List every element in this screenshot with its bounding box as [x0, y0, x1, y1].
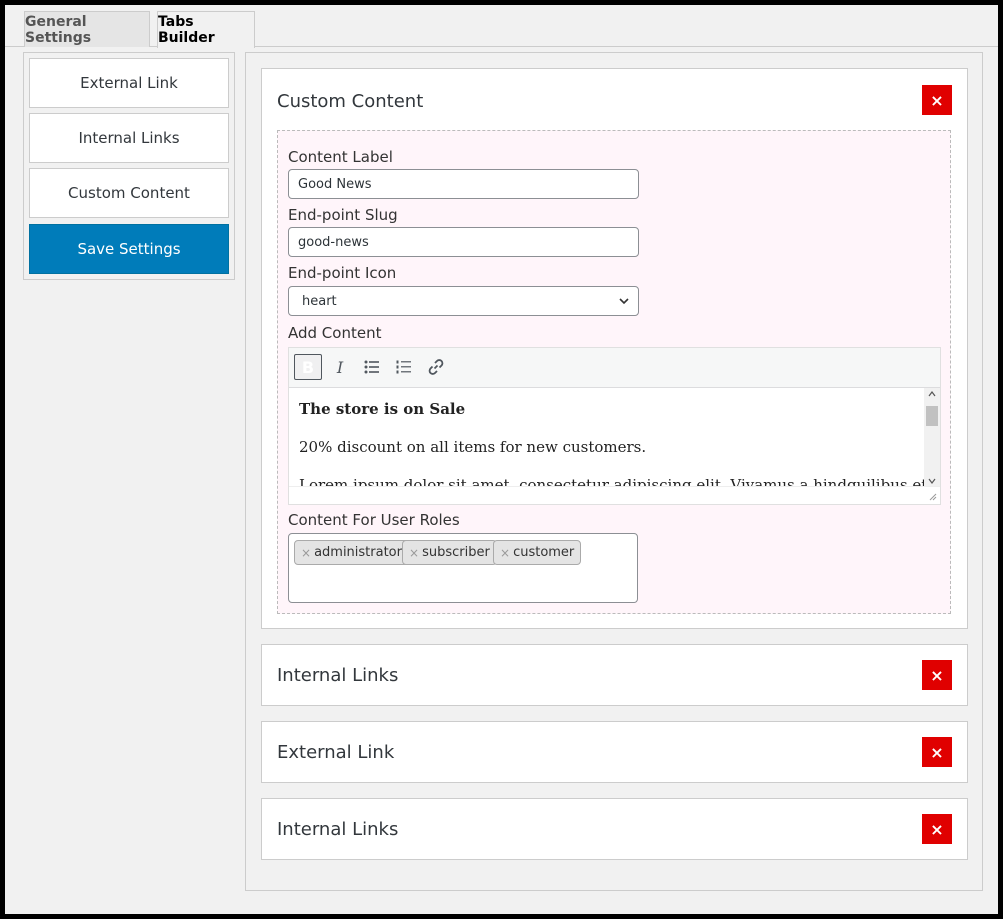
tabs-builder-area: Custom Content × Content Label Good News…: [245, 52, 983, 891]
add-internal-links-button[interactable]: Internal Links: [29, 113, 229, 163]
panel-title[interactable]: Internal Links: [277, 819, 398, 840]
remove-panel-button[interactable]: ×: [922, 660, 952, 690]
endpoint-icon-select[interactable]: heart: [288, 286, 639, 316]
role-chip-label: customer: [513, 545, 575, 560]
tab-bar: General Settings Tabs Builder: [5, 5, 998, 48]
internal-links-panel: Internal Links ×: [261, 644, 968, 706]
custom-content-form: Content Label Good News End-point Slug g…: [277, 130, 951, 614]
remove-panel-button[interactable]: ×: [922, 85, 952, 115]
user-roles-label: Content For User Roles: [288, 511, 460, 529]
content-editor[interactable]: B I The store is on Sale 20% discount on…: [288, 347, 941, 505]
endpoint-slug-label: End-point Slug: [288, 206, 398, 224]
sidebar: External Link Internal Links Custom Cont…: [23, 52, 235, 280]
content-paragraph: 20% discount on all items for new custom…: [299, 438, 647, 456]
user-roles-select[interactable]: × administrator × subscriber × customer: [288, 533, 638, 603]
content-heading: The store is on Sale: [299, 400, 466, 418]
panel-title[interactable]: External Link: [277, 742, 394, 763]
italic-button[interactable]: I: [326, 354, 354, 380]
resize-handle-icon[interactable]: [928, 492, 937, 501]
content-label-input[interactable]: Good News: [288, 169, 639, 199]
external-link-panel: External Link ×: [261, 721, 968, 783]
chevron-down-icon: [619, 298, 629, 305]
link-icon[interactable]: [422, 354, 450, 380]
editor-resize-bar: [289, 486, 940, 504]
bold-button[interactable]: B: [294, 354, 322, 380]
role-chip-subscriber[interactable]: × subscriber: [402, 540, 497, 565]
role-chip-administrator[interactable]: × administrator: [294, 540, 409, 565]
remove-panel-button[interactable]: ×: [922, 737, 952, 767]
editor-content[interactable]: The store is on Sale 20% discount on all…: [289, 388, 940, 488]
scroll-down-icon[interactable]: [928, 478, 936, 484]
endpoint-icon-value: heart: [302, 293, 337, 309]
role-chip-label: subscriber: [422, 545, 490, 560]
add-external-link-button[interactable]: External Link: [29, 58, 229, 108]
editor-toolbar: B I: [289, 348, 940, 388]
settings-frame: General Settings Tabs Builder External L…: [5, 5, 998, 914]
add-custom-content-button[interactable]: Custom Content: [29, 168, 229, 218]
scroll-thumb[interactable]: [926, 406, 938, 426]
remove-chip-icon[interactable]: ×: [409, 546, 419, 560]
tab-general-settings[interactable]: General Settings: [24, 11, 150, 47]
tab-tabs-builder[interactable]: Tabs Builder: [157, 11, 255, 48]
internal-links-panel: Internal Links ×: [261, 798, 968, 860]
remove-panel-button[interactable]: ×: [922, 814, 952, 844]
add-content-label: Add Content: [288, 324, 382, 342]
content-label-label: Content Label: [288, 148, 393, 166]
role-chip-customer[interactable]: × customer: [493, 540, 582, 565]
save-settings-button[interactable]: Save Settings: [29, 224, 229, 274]
role-chip-label: administrator: [314, 545, 402, 560]
scroll-up-icon[interactable]: [928, 391, 936, 397]
endpoint-icon-label: End-point Icon: [288, 264, 397, 282]
bullet-list-icon[interactable]: [358, 354, 386, 380]
endpoint-slug-input[interactable]: good-news: [288, 227, 639, 257]
remove-chip-icon[interactable]: ×: [500, 546, 510, 560]
panel-title[interactable]: Internal Links: [277, 665, 398, 686]
numbered-list-icon[interactable]: [390, 354, 418, 380]
editor-scrollbar[interactable]: [924, 388, 940, 488]
panel-title[interactable]: Custom Content: [277, 91, 423, 112]
remove-chip-icon[interactable]: ×: [301, 546, 311, 560]
custom-content-panel: Custom Content × Content Label Good News…: [261, 68, 968, 629]
